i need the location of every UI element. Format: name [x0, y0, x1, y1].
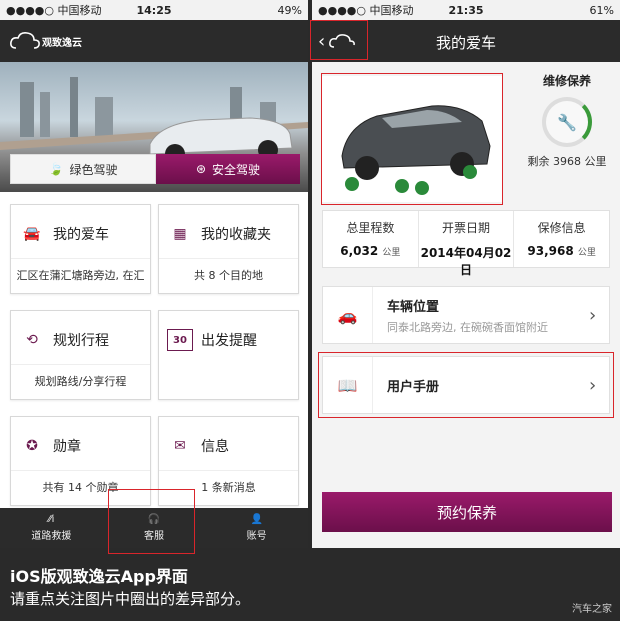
caption-note: 请重点关注图片中圈出的差异部分。	[10, 590, 251, 608]
caption: iOS版观致逸云App界面 请重点关注图片中圈出的差异部分。	[10, 566, 250, 610]
road-rescue-icon: ⁄⁄ⅰ	[48, 514, 55, 525]
stat-value: 2014年04月02日	[420, 246, 512, 277]
location-icon: 🚗	[323, 287, 373, 343]
cloud-icon	[10, 32, 40, 49]
stat-head: 开票日期	[442, 221, 491, 235]
calendar-icon: 30	[167, 329, 193, 351]
caption-title: iOS版观致逸云App界面	[10, 567, 188, 586]
status-time: 14:25	[136, 3, 172, 17]
stat-head: 总里程数	[346, 221, 395, 235]
highlight-box-back	[310, 20, 368, 60]
steering-icon: ⊛	[195, 162, 207, 176]
card-title: 规划行程	[53, 333, 109, 349]
tab-account[interactable]: 👤 账号	[205, 508, 308, 548]
left-screen: ●●●●○ 中国移动 14:25 49% 观致逸云 🍃 绿色驾驶 ⊛ 安全驾驶	[0, 0, 308, 548]
stat-invoice-date: 开票日期 2014年04月02日	[419, 211, 515, 277]
watermark: 汽车之家	[572, 604, 612, 615]
maintenance-widget[interactable]: 维修保养 🔧 剩余 3968 公里	[517, 72, 617, 169]
logo-text: 观致逸云	[42, 37, 82, 49]
safe-drive-button[interactable]: ⊛ 安全驾驶	[156, 154, 300, 184]
card-my-car[interactable]: 🚘 我的爱车 汇区在蒲汇塘路旁边, 在汇	[10, 204, 151, 294]
favorites-icon: ▦	[173, 226, 187, 242]
stat-unit: 公里	[577, 248, 596, 258]
stat-warranty: 保修信息 93,968 公里	[514, 211, 609, 267]
card-title: 勋章	[53, 439, 81, 455]
card-plan-route[interactable]: ⟲ 规划行程 规划路线/分享行程	[10, 310, 151, 400]
card-subtitle: 汇区在蒲汇塘路旁边, 在汇	[11, 258, 150, 283]
leaf-icon: 🍃	[48, 162, 64, 176]
route-icon: ⟲	[26, 332, 38, 348]
highlight-box-customer-service	[108, 489, 195, 554]
carrier: ●●●●○ 中国移动	[6, 4, 102, 17]
stat-head: 保修信息	[537, 221, 586, 235]
status-bar: ●●●●○ 中国移动 14:25 49%	[0, 0, 308, 20]
stat-value: 6,032	[340, 244, 379, 258]
status-bar: ●●●●○ 中国移动 21:35 61%	[312, 0, 620, 20]
app-logo: 观致逸云	[8, 30, 82, 52]
card-departure-reminder[interactable]: 30 出发提醒	[158, 310, 299, 400]
book-maintenance-button[interactable]: 预约保养	[322, 492, 612, 532]
highlight-box-manual	[318, 352, 614, 418]
maintenance-label: 维修保养	[542, 74, 591, 88]
stat-value: 93,968	[527, 244, 574, 258]
maintenance-remaining: 剩余 3968 公里	[527, 155, 607, 168]
battery-level: 61%	[589, 3, 614, 17]
card-title: 出发提醒	[201, 333, 257, 349]
tab-label: 道路救援	[31, 531, 72, 542]
carrier: ●●●●○ 中国移动	[318, 4, 414, 17]
location-title: 车辆位置	[387, 299, 440, 315]
card-subtitle: 共 8 个目的地	[159, 258, 298, 283]
status-time: 21:35	[448, 3, 484, 17]
card-title: 我的收藏夹	[201, 227, 271, 243]
stat-mileage: 总里程数 6,032 公里	[323, 211, 419, 267]
stat-unit: 公里	[382, 248, 401, 258]
card-subtitle: 规划路线/分享行程	[11, 364, 150, 389]
green-drive-label: 绿色驾驶	[69, 162, 118, 177]
user-icon: 👤	[250, 514, 263, 525]
car-icon: 🚘	[23, 226, 41, 242]
app-header: 观致逸云	[0, 20, 308, 62]
drive-mode-switch: 🍃 绿色驾驶 ⊛ 安全驾驶	[10, 154, 300, 184]
chevron-right-icon: ›	[589, 304, 597, 326]
battery-level: 49%	[277, 3, 302, 17]
location-address: 同泰北路旁边, 在碗碗香面馆附近	[387, 320, 548, 334]
car-stats: 总里程数 6,032 公里 开票日期 2014年04月02日 保修信息 93,9…	[322, 210, 610, 277]
card-title: 我的爱车	[53, 227, 109, 243]
safe-drive-label: 安全驾驶	[212, 162, 261, 177]
green-drive-button[interactable]: 🍃 绿色驾驶	[10, 154, 156, 184]
card-favorites[interactable]: ▦ 我的收藏夹 共 8 个目的地	[158, 204, 299, 294]
vehicle-location-row[interactable]: 🚗 车辆位置 同泰北路旁边, 在碗碗香面馆附近 ›	[322, 286, 610, 344]
highlight-box-car-image	[321, 73, 503, 205]
tab-label: 账号	[246, 531, 267, 542]
tab-road-rescue[interactable]: ⁄⁄ⅰ 道路救援	[0, 508, 103, 548]
card-title: 信息	[201, 439, 229, 455]
wrench-icon: 🔧	[542, 97, 592, 147]
mail-icon: ✉	[174, 438, 186, 454]
medal-icon: ✪	[26, 438, 38, 454]
